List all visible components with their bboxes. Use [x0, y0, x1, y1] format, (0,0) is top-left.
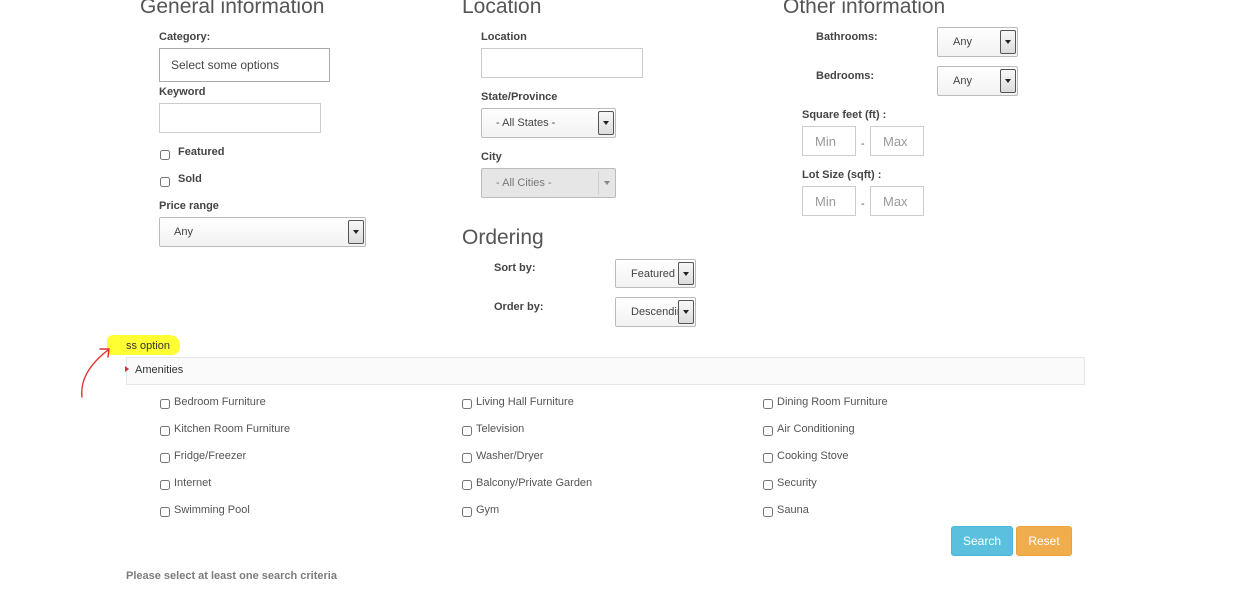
amenity-label: Bedroom Furniture	[174, 396, 266, 408]
bedrooms-label: Bedrooms:	[816, 70, 875, 82]
chevron-down-icon	[598, 171, 614, 195]
amenity-checkbox[interactable]	[763, 480, 773, 490]
amenity-label: Living Hall Furniture	[476, 396, 574, 408]
sold-checkbox[interactable]	[160, 177, 170, 187]
caret-right-icon	[125, 366, 129, 372]
more-options-toggle[interactable]: ss option	[126, 340, 170, 352]
featured-checkbox[interactable]	[160, 150, 170, 160]
chevron-down-icon	[678, 262, 694, 285]
state-label: State/Province	[481, 91, 558, 103]
amenity-label: Fridge/Freezer	[174, 450, 247, 462]
sqft-min-input[interactable]	[802, 126, 856, 156]
city-value: - All Cities -	[496, 177, 552, 189]
other-info-title: Other information	[783, 0, 946, 18]
sqft-dash: -	[861, 138, 865, 150]
amenity-label: Television	[476, 423, 525, 435]
amenity-checkbox[interactable]	[160, 426, 170, 436]
category-label: Category:	[159, 31, 211, 43]
amenity-checkbox[interactable]	[462, 453, 472, 463]
amenity-label: Kitchen Room Furniture	[174, 423, 291, 435]
category-multiselect[interactable]: Select some options	[159, 48, 330, 82]
general-info-title: General information	[140, 0, 325, 18]
sqft-max-input[interactable]	[870, 126, 924, 156]
amenity-label: Security	[777, 477, 817, 489]
amenity-checkbox[interactable]	[763, 426, 773, 436]
lot-min-input[interactable]	[802, 186, 856, 216]
lot-size-label: Lot Size (sqft) :	[802, 169, 882, 181]
amenity-label: Swimming Pool	[174, 504, 250, 516]
chevron-down-icon	[678, 300, 694, 324]
bathrooms-select[interactable]: Any	[937, 27, 1018, 57]
amenity-label: Balcony/Private Garden	[476, 477, 593, 489]
chevron-down-icon	[348, 220, 364, 244]
sort-by-select[interactable]: Featured	[615, 259, 696, 288]
amenity-checkbox[interactable]	[160, 507, 170, 517]
lot-max-input[interactable]	[870, 186, 924, 216]
price-range-select[interactable]: Any	[159, 217, 366, 247]
featured-label: Featured	[178, 146, 225, 158]
bedrooms-value: Any	[953, 75, 972, 87]
ordering-title: Ordering	[462, 226, 544, 249]
amenity-checkbox[interactable]	[763, 399, 773, 409]
chevron-down-icon	[1000, 30, 1016, 54]
amenity-label: Cooking Stove	[777, 450, 849, 462]
reset-button[interactable]: Reset	[1016, 526, 1072, 556]
price-range-label: Price range	[159, 200, 219, 212]
amenity-checkbox[interactable]	[160, 453, 170, 463]
order-by-value: Descending	[631, 306, 678, 318]
amenity-checkbox[interactable]	[462, 399, 472, 409]
amenity-label: Dining Room Furniture	[777, 396, 888, 408]
search-criteria-note: Please select at least one search criter…	[126, 570, 337, 582]
price-range-value: Any	[174, 226, 193, 238]
sold-label: Sold	[178, 173, 202, 185]
amenities-title: Amenities	[135, 364, 184, 376]
sort-by-value: Featured	[631, 267, 676, 280]
amenity-checkbox[interactable]	[462, 426, 472, 436]
bathrooms-label: Bathrooms:	[816, 31, 878, 43]
city-select: - All Cities -	[481, 168, 616, 198]
search-button[interactable]: Search	[951, 526, 1013, 556]
amenity-checkbox[interactable]	[763, 453, 773, 463]
order-by-select[interactable]: Descending	[615, 297, 696, 327]
chevron-down-icon	[1000, 69, 1016, 93]
state-value: - All States -	[496, 117, 556, 129]
location-label: Location	[481, 31, 527, 43]
bathrooms-value: Any	[953, 36, 972, 48]
amenity-label: Sauna	[777, 504, 809, 516]
bedrooms-select[interactable]: Any	[937, 66, 1018, 96]
chevron-down-icon	[598, 111, 614, 135]
amenity-label: Gym	[476, 504, 500, 516]
location-title: Location	[462, 0, 542, 18]
lot-dash: -	[861, 198, 865, 210]
keyword-input[interactable]	[159, 103, 321, 133]
location-input[interactable]	[481, 48, 643, 78]
amenity-label: Washer/Dryer	[476, 450, 544, 462]
category-placeholder: Select some options	[171, 58, 280, 72]
state-select[interactable]: - All States -	[481, 108, 616, 138]
red-arrow-annotation-icon	[81, 348, 110, 398]
amenity-label: Air Conditioning	[777, 423, 855, 435]
keyword-label: Keyword	[159, 86, 206, 98]
amenities-panel-header[interactable]: Amenities	[125, 357, 1085, 385]
amenity-checkbox[interactable]	[462, 507, 472, 517]
amenity-checkbox[interactable]	[763, 507, 773, 517]
amenity-checkbox[interactable]	[160, 480, 170, 490]
amenity-label: Internet	[174, 477, 212, 489]
amenity-checkbox[interactable]	[462, 480, 472, 490]
sqft-label: Square feet (ft) :	[802, 109, 887, 121]
city-label: City	[481, 151, 502, 163]
sort-by-label: Sort by:	[494, 262, 536, 274]
amenity-checkbox[interactable]	[160, 399, 170, 409]
order-by-label: Order by:	[494, 301, 544, 313]
